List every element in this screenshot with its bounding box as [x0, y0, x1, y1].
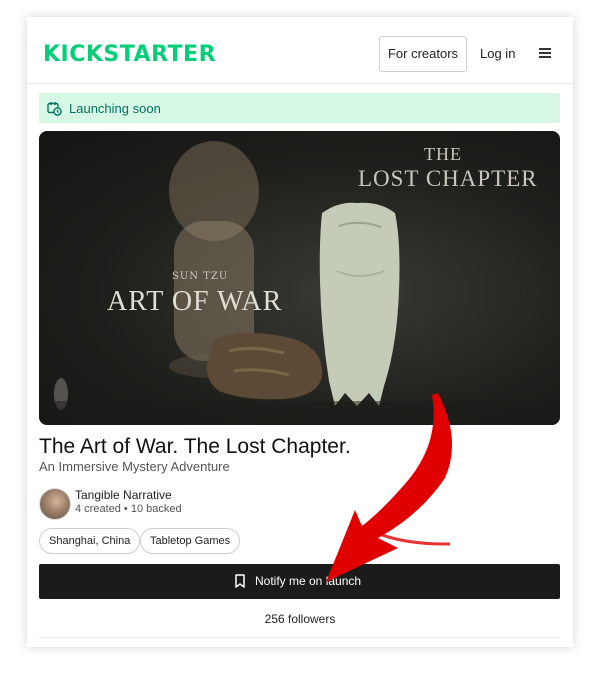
hero-author-text: SUN TZU: [172, 271, 229, 282]
launch-status-banner: Launching soon: [39, 93, 560, 123]
creator-avatar[interactable]: [39, 488, 71, 520]
hero-title-text: ART OF WAR: [107, 286, 283, 317]
hero-lost-chapter-text: LOST CHAPTER: [358, 166, 538, 191]
notify-label: Notify me on launch: [255, 574, 362, 588]
launch-status-label: Launching soon: [69, 101, 161, 116]
hero-the-text: THE: [424, 144, 462, 164]
creator-name[interactable]: Tangible Narrative: [75, 488, 172, 502]
project-subtitle: An Immersive Mystery Adventure: [39, 459, 230, 474]
project-card: KICKSTARTER For creators Log in Launchin…: [27, 17, 573, 647]
followers-count: 256 followers: [264, 612, 336, 626]
top-navigation: KICKSTARTER For creators Log in: [27, 17, 573, 84]
bookmark-icon: [234, 574, 246, 593]
logo-text: KICKSTARTER: [43, 42, 216, 65]
category-tag[interactable]: Tabletop Games: [140, 528, 241, 554]
divider: [39, 637, 560, 638]
kickstarter-logo[interactable]: KICKSTARTER: [43, 41, 223, 65]
for-creators-button[interactable]: For creators: [379, 36, 467, 72]
hamburger-menu-icon[interactable]: [539, 48, 551, 58]
notify-on-launch-button[interactable]: Notify me on launch: [39, 564, 560, 599]
project-hero-image[interactable]: SUN TZU ART OF WAR THE LOST CHAPTER: [39, 131, 560, 425]
calendar-clock-icon: [47, 101, 62, 121]
location-tag[interactable]: Shanghai, China: [39, 528, 141, 554]
login-link[interactable]: Log in: [480, 46, 515, 61]
creator-stats: 4 created • 10 backed: [75, 503, 182, 515]
project-title[interactable]: The Art of War. The Lost Chapter.: [39, 435, 351, 459]
